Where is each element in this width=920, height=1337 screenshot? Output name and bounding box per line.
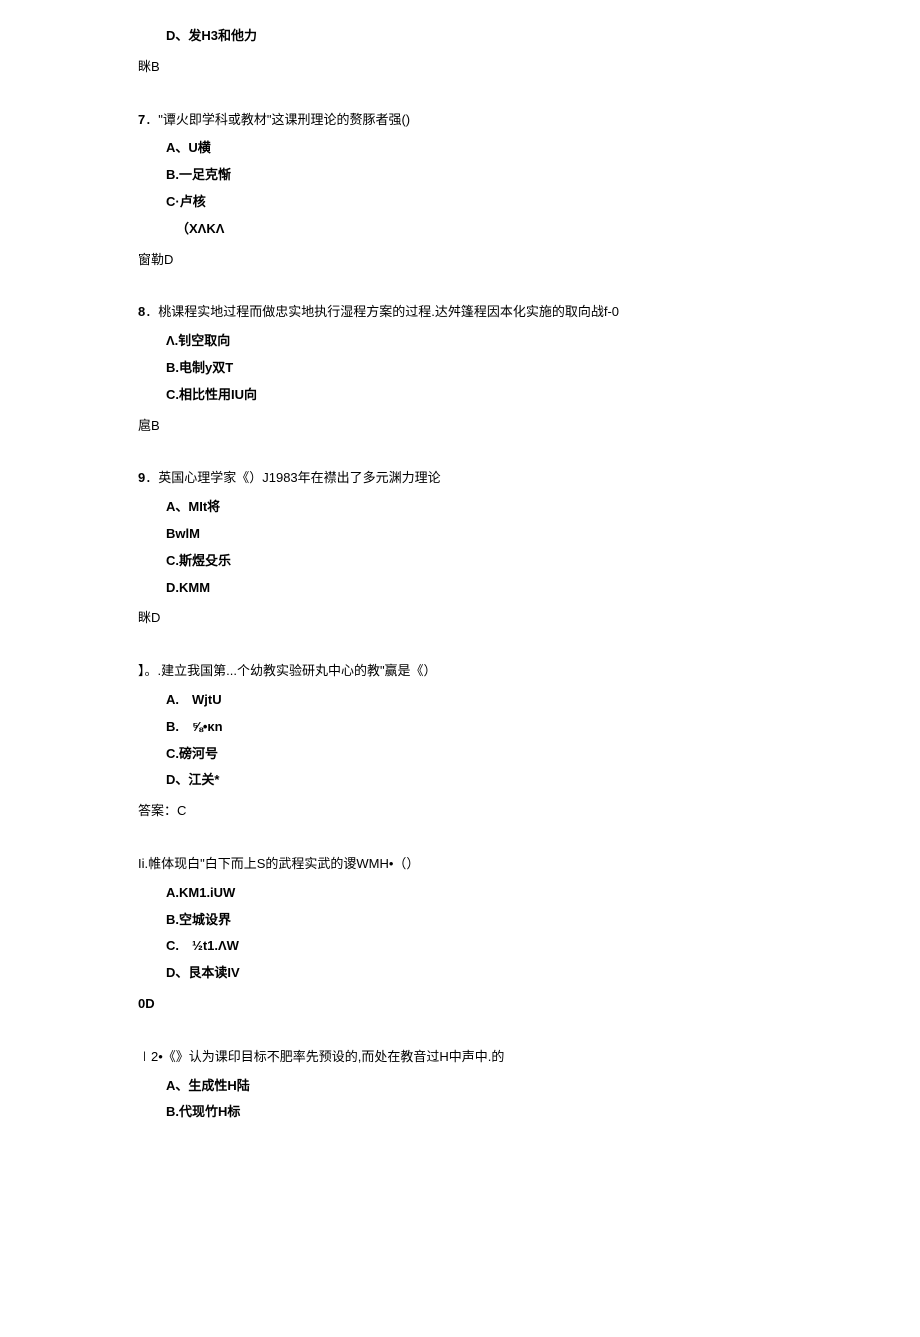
q11-stem: Ii.帷体现白"白下而上S的武程实武的谡WMH•（）: [138, 854, 860, 875]
q10-option-d: D、江关*: [138, 770, 860, 791]
q10-answer: 答案：C: [138, 801, 860, 822]
q7-option-a: A、U横: [138, 138, 860, 159]
q11-option-c: C. ½t1.ΛW: [138, 936, 860, 957]
q8-option-c: C.相比性用IU向: [138, 385, 860, 406]
q10-stem: 】。.建立我国第...个幼教实验研丸中心的教"赢是《）: [138, 661, 860, 682]
q7-option-b: B.一足克惭: [138, 165, 860, 186]
q7-stem: 7．"谭火即学科或教材"这课刑理论的赘豚者强(): [138, 110, 860, 131]
q9-stem: 9．英国心理学家《）J1983年在襟出了多元渊力理论: [138, 468, 860, 489]
q12-stem: ∣2•《》认为课印目标不肥率先预设的,而处在教音过H中声中.的: [138, 1047, 860, 1068]
q11-option-b: B.空城设界: [138, 910, 860, 931]
q8-stem: 8．桃课程实地过程而做忠实地执行湿程方案的过程.达舛篷程因本化实施的取向战f-0: [138, 302, 860, 323]
q10-option-c: C.磅河号: [138, 744, 860, 765]
q7-option-d: （XΛKΛ: [138, 219, 860, 240]
q11-option-d: D、艮本读IV: [138, 963, 860, 984]
q6-option-d: D、发H3和他力: [138, 26, 860, 47]
q11-option-a: A.KM1.iUW: [138, 883, 860, 904]
q7-answer: 窗勒D: [138, 250, 860, 271]
q7-option-c: C·卢核: [138, 192, 860, 213]
q9-option-b: BwlM: [138, 524, 860, 545]
q9-option-a: A、MIt将: [138, 497, 860, 518]
q8-option-a: Λ.钊空取向: [138, 331, 860, 352]
q8-answer: 扈B: [138, 416, 860, 437]
q11-answer: 0D: [138, 994, 860, 1015]
q9-option-c: C.斯煜殳乐: [138, 551, 860, 572]
q8-option-b: B.电制y双T: [138, 358, 860, 379]
q12-option-b: B.代现竹H标: [138, 1102, 860, 1123]
q9-option-d: D.KMM: [138, 578, 860, 599]
q9-answer: 眯D: [138, 608, 860, 629]
q6-answer: 眯B: [138, 57, 860, 78]
q10-option-b: B. ⅝•κn: [138, 717, 860, 738]
q10-option-a: A. WjtU: [138, 690, 860, 711]
q12-option-a: A、生成性H陆: [138, 1076, 860, 1097]
